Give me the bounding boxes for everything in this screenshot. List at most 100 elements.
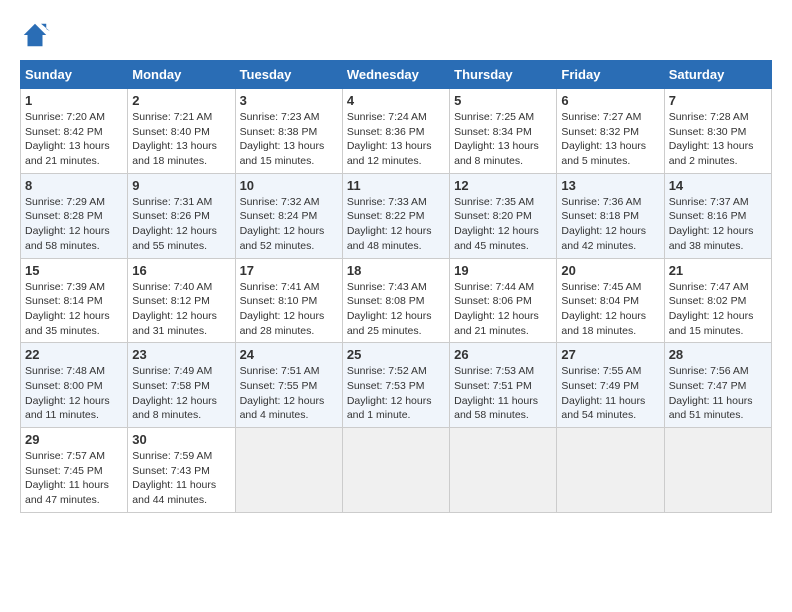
day-info: Sunrise: 7:25 AMSunset: 8:34 PMDaylight:…	[454, 110, 552, 169]
day-number: 5	[454, 93, 552, 108]
day-number: 17	[240, 263, 338, 278]
day-info: Sunrise: 7:23 AMSunset: 8:38 PMDaylight:…	[240, 110, 338, 169]
calendar-cell: 2 Sunrise: 7:21 AMSunset: 8:40 PMDaylight…	[128, 89, 235, 174]
calendar-cell: 18 Sunrise: 7:43 AMSunset: 8:08 PMDayligh…	[342, 258, 449, 343]
day-info: Sunrise: 7:27 AMSunset: 8:32 PMDaylight:…	[561, 110, 659, 169]
day-info: Sunrise: 7:51 AMSunset: 7:55 PMDaylight:…	[240, 364, 338, 423]
day-info: Sunrise: 7:35 AMSunset: 8:20 PMDaylight:…	[454, 195, 552, 254]
day-number: 30	[132, 432, 230, 447]
day-info: Sunrise: 7:40 AMSunset: 8:12 PMDaylight:…	[132, 280, 230, 339]
logo	[20, 20, 54, 50]
header-day: Monday	[128, 61, 235, 89]
calendar-cell: 22 Sunrise: 7:48 AMSunset: 8:00 PMDayligh…	[21, 343, 128, 428]
day-info: Sunrise: 7:36 AMSunset: 8:18 PMDaylight:…	[561, 195, 659, 254]
calendar-cell: 10 Sunrise: 7:32 AMSunset: 8:24 PMDayligh…	[235, 173, 342, 258]
day-number: 15	[25, 263, 123, 278]
header-day: Sunday	[21, 61, 128, 89]
day-number: 14	[669, 178, 767, 193]
calendar-cell: 6Sunrise: 7:27 AMSunset: 8:32 PMDaylight…	[557, 89, 664, 174]
day-info: Sunrise: 7:57 AMSunset: 7:45 PMDaylight:…	[25, 449, 123, 508]
header-row: SundayMondayTuesdayWednesdayThursdayFrid…	[21, 61, 772, 89]
day-number: 9	[132, 178, 230, 193]
calendar-cell: 25 Sunrise: 7:52 AMSunset: 7:53 PMDayligh…	[342, 343, 449, 428]
page-header	[20, 20, 772, 50]
day-info: Sunrise: 7:20 AMSunset: 8:42 PMDaylight:…	[25, 110, 123, 169]
calendar-cell: 11Sunrise: 7:33 AMSunset: 8:22 PMDayligh…	[342, 173, 449, 258]
day-info: Sunrise: 7:32 AMSunset: 8:24 PMDaylight:…	[240, 195, 338, 254]
day-info: Sunrise: 7:29 AMSunset: 8:28 PMDaylight:…	[25, 195, 123, 254]
calendar-cell	[557, 428, 664, 513]
day-number: 19	[454, 263, 552, 278]
day-number: 28	[669, 347, 767, 362]
day-number: 1	[25, 93, 123, 108]
day-number: 3	[240, 93, 338, 108]
day-number: 27	[561, 347, 659, 362]
day-info: Sunrise: 7:55 AMSunset: 7:49 PMDaylight:…	[561, 364, 659, 423]
day-info: Sunrise: 7:39 AMSunset: 8:14 PMDaylight:…	[25, 280, 123, 339]
calendar-cell: 17 Sunrise: 7:41 AMSunset: 8:10 PMDayligh…	[235, 258, 342, 343]
logo-icon	[20, 20, 50, 50]
calendar-cell: 13Sunrise: 7:36 AMSunset: 8:18 PMDayligh…	[557, 173, 664, 258]
day-info: Sunrise: 7:21 AMSunset: 8:40 PMDaylight:…	[132, 110, 230, 169]
calendar-cell	[450, 428, 557, 513]
day-number: 12	[454, 178, 552, 193]
header-day: Friday	[557, 61, 664, 89]
day-info: Sunrise: 7:41 AMSunset: 8:10 PMDaylight:…	[240, 280, 338, 339]
day-number: 8	[25, 178, 123, 193]
calendar-cell	[664, 428, 771, 513]
day-info: Sunrise: 7:48 AMSunset: 8:00 PMDaylight:…	[25, 364, 123, 423]
day-number: 4	[347, 93, 445, 108]
day-number: 26	[454, 347, 552, 362]
day-number: 2	[132, 93, 230, 108]
calendar-week-row: 29 Sunrise: 7:57 AMSunset: 7:45 PMDayligh…	[21, 428, 772, 513]
day-info: Sunrise: 7:31 AMSunset: 8:26 PMDaylight:…	[132, 195, 230, 254]
day-info: Sunrise: 7:47 AMSunset: 8:02 PMDaylight:…	[669, 280, 767, 339]
calendar-cell: 26 Sunrise: 7:53 AMSunset: 7:51 PMDayligh…	[450, 343, 557, 428]
calendar-week-row: 15 Sunrise: 7:39 AMSunset: 8:14 PMDayligh…	[21, 258, 772, 343]
calendar-cell: 1 Sunrise: 7:20 AMSunset: 8:42 PMDaylight…	[21, 89, 128, 174]
calendar-cell: 23Sunrise: 7:49 AMSunset: 7:58 PMDayligh…	[128, 343, 235, 428]
calendar-cell: 20Sunrise: 7:45 AMSunset: 8:04 PMDayligh…	[557, 258, 664, 343]
calendar-cell: 5 Sunrise: 7:25 AMSunset: 8:34 PMDaylight…	[450, 89, 557, 174]
calendar-cell: 29 Sunrise: 7:57 AMSunset: 7:45 PMDayligh…	[21, 428, 128, 513]
calendar-cell: 15 Sunrise: 7:39 AMSunset: 8:14 PMDayligh…	[21, 258, 128, 343]
day-number: 23	[132, 347, 230, 362]
header-day: Wednesday	[342, 61, 449, 89]
calendar-week-row: 22 Sunrise: 7:48 AMSunset: 8:00 PMDayligh…	[21, 343, 772, 428]
day-info: Sunrise: 7:44 AMSunset: 8:06 PMDaylight:…	[454, 280, 552, 339]
day-number: 7	[669, 93, 767, 108]
day-info: Sunrise: 7:59 AMSunset: 7:43 PMDaylight:…	[132, 449, 230, 508]
day-info: Sunrise: 7:53 AMSunset: 7:51 PMDaylight:…	[454, 364, 552, 423]
header-day: Thursday	[450, 61, 557, 89]
calendar-cell: 28 Sunrise: 7:56 AMSunset: 7:47 PMDayligh…	[664, 343, 771, 428]
day-number: 25	[347, 347, 445, 362]
calendar-week-row: 1 Sunrise: 7:20 AMSunset: 8:42 PMDaylight…	[21, 89, 772, 174]
day-info: Sunrise: 7:45 AMSunset: 8:04 PMDaylight:…	[561, 280, 659, 339]
day-info: Sunrise: 7:37 AMSunset: 8:16 PMDaylight:…	[669, 195, 767, 254]
day-number: 16	[132, 263, 230, 278]
calendar-cell: 12 Sunrise: 7:35 AMSunset: 8:20 PMDayligh…	[450, 173, 557, 258]
calendar-cell: 19 Sunrise: 7:44 AMSunset: 8:06 PMDayligh…	[450, 258, 557, 343]
day-info: Sunrise: 7:33 AMSunset: 8:22 PMDaylight:…	[347, 195, 445, 254]
calendar-cell: 7 Sunrise: 7:28 AMSunset: 8:30 PMDaylight…	[664, 89, 771, 174]
calendar-cell: 14 Sunrise: 7:37 AMSunset: 8:16 PMDayligh…	[664, 173, 771, 258]
calendar-cell: 3 Sunrise: 7:23 AMSunset: 8:38 PMDaylight…	[235, 89, 342, 174]
calendar-week-row: 8 Sunrise: 7:29 AMSunset: 8:28 PMDaylight…	[21, 173, 772, 258]
day-info: Sunrise: 7:28 AMSunset: 8:30 PMDaylight:…	[669, 110, 767, 169]
day-number: 18	[347, 263, 445, 278]
day-number: 10	[240, 178, 338, 193]
day-info: Sunrise: 7:24 AMSunset: 8:36 PMDaylight:…	[347, 110, 445, 169]
header-day: Saturday	[664, 61, 771, 89]
calendar-cell: 4 Sunrise: 7:24 AMSunset: 8:36 PMDaylight…	[342, 89, 449, 174]
calendar-cell: 24 Sunrise: 7:51 AMSunset: 7:55 PMDayligh…	[235, 343, 342, 428]
day-number: 22	[25, 347, 123, 362]
calendar-table: SundayMondayTuesdayWednesdayThursdayFrid…	[20, 60, 772, 513]
day-info: Sunrise: 7:43 AMSunset: 8:08 PMDaylight:…	[347, 280, 445, 339]
calendar-cell: 16 Sunrise: 7:40 AMSunset: 8:12 PMDayligh…	[128, 258, 235, 343]
day-info: Sunrise: 7:56 AMSunset: 7:47 PMDaylight:…	[669, 364, 767, 423]
day-info: Sunrise: 7:52 AMSunset: 7:53 PMDaylight:…	[347, 364, 445, 423]
day-number: 29	[25, 432, 123, 447]
calendar-cell: 9 Sunrise: 7:31 AMSunset: 8:26 PMDaylight…	[128, 173, 235, 258]
calendar-cell: 21Sunrise: 7:47 AMSunset: 8:02 PMDayligh…	[664, 258, 771, 343]
day-number: 24	[240, 347, 338, 362]
